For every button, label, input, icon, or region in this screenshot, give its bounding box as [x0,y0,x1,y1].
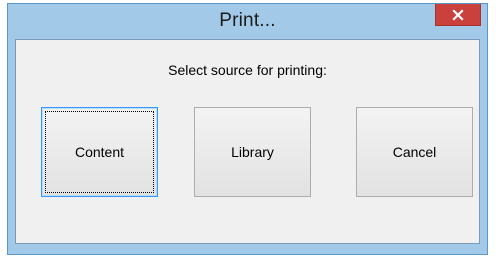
library-button[interactable]: Library [194,107,311,197]
close-button[interactable] [435,4,481,26]
dialog-title: Print... [219,10,276,31]
close-icon [452,8,464,21]
library-button-label: Library [231,144,274,160]
cancel-button[interactable]: Cancel [356,107,473,197]
dialog-titlebar[interactable]: Print... [8,4,487,39]
dialog-prompt: Select source for printing: [168,62,327,78]
print-dialog: Print... Select source for printing: Con… [7,3,488,255]
content-button-label: Content [74,144,125,160]
content-button[interactable]: Content [41,107,158,197]
cancel-button-label: Cancel [392,144,437,160]
